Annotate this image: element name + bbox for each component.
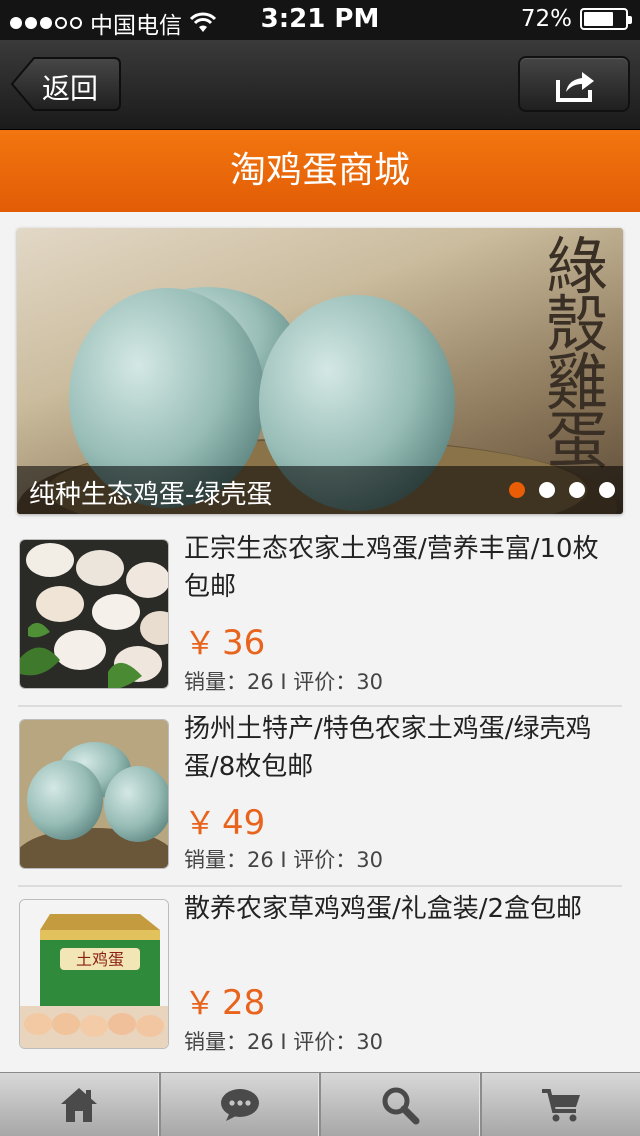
green-eggs-image [20,720,168,868]
product-meta: 销量：26 I 评价：30 [184,670,383,694]
product-price: ￥ 36 [184,623,266,663]
product-item[interactable]: 土鸡蛋 散养农家草鸡鸡蛋/礼盒装/2盒包邮 ￥ 28 销量：26 I 评价：30 [0,886,640,1067]
chat-icon [220,1088,259,1121]
product-price: ￥ 28 [184,983,266,1023]
pager-dot[interactable] [569,482,585,498]
product-title: 散养农家草鸡鸡蛋/礼盒装/2盒包邮 [184,894,583,924]
product-thumbnail [19,719,169,869]
home-icon [61,1087,98,1122]
banner-carousel[interactable]: 綠 殼 雞 蛋 纯种生态鸡蛋-绿壳蛋 [17,228,623,514]
product-thumbnail [19,539,169,689]
share-button[interactable] [518,56,630,112]
status-bar: 中国电信 3:21 PM 72% [0,0,640,40]
battery-icon [580,8,632,30]
battery-level [584,12,613,26]
product-title: 正宗生态农家土鸡蛋/营养丰富/10枚包邮 [184,534,599,602]
product-price: ￥ 49 [184,803,266,843]
product-meta: 销量：26 I 评价：30 [184,848,383,872]
banner-slogan: 綠 殼 雞 蛋 [545,230,608,477]
pager-dot[interactable] [599,482,615,498]
product-thumbnail: 土鸡蛋 [19,899,169,1049]
pager-dot[interactable] [539,482,555,498]
gift-box-image: 土鸡蛋 [20,900,168,1048]
gift-box-label: 土鸡蛋 [76,950,124,969]
tab-search[interactable] [321,1073,482,1136]
banner-caption-bar: 纯种生态鸡蛋-绿壳蛋 [17,466,623,514]
product-item[interactable]: 扬州土特产/特色农家土鸡蛋/绿壳鸡蛋/8枚包邮 ￥ 49 销量：26 I 评价：3… [0,706,640,887]
search-icon [382,1087,420,1124]
carousel-pager [509,482,615,498]
share-icon [556,72,594,102]
pager-dot[interactable] [509,482,525,498]
back-button[interactable]: 返回 [10,56,122,112]
back-label: 返回 [42,72,99,105]
product-item[interactable]: 正宗生态农家土鸡蛋/营养丰富/10枚包邮 ￥ 36 销量：26 I 评价：30 [0,526,640,707]
nav-bar: 返回 [0,40,640,130]
tab-cart[interactable] [482,1073,640,1136]
product-title: 扬州土特产/特色农家土鸡蛋/绿壳鸡蛋/8枚包邮 [184,714,592,782]
page-title: 淘鸡蛋商城 [0,130,640,212]
tab-home[interactable] [0,1073,161,1136]
banner-caption: 纯种生态鸡蛋-绿壳蛋 [29,480,273,510]
tab-bar [0,1072,640,1136]
cart-icon [541,1088,580,1121]
white-eggs-image [20,540,168,688]
product-meta: 销量：26 I 评价：30 [184,1030,383,1054]
battery-percent: 72% [520,6,572,32]
tab-messages[interactable] [161,1073,321,1136]
